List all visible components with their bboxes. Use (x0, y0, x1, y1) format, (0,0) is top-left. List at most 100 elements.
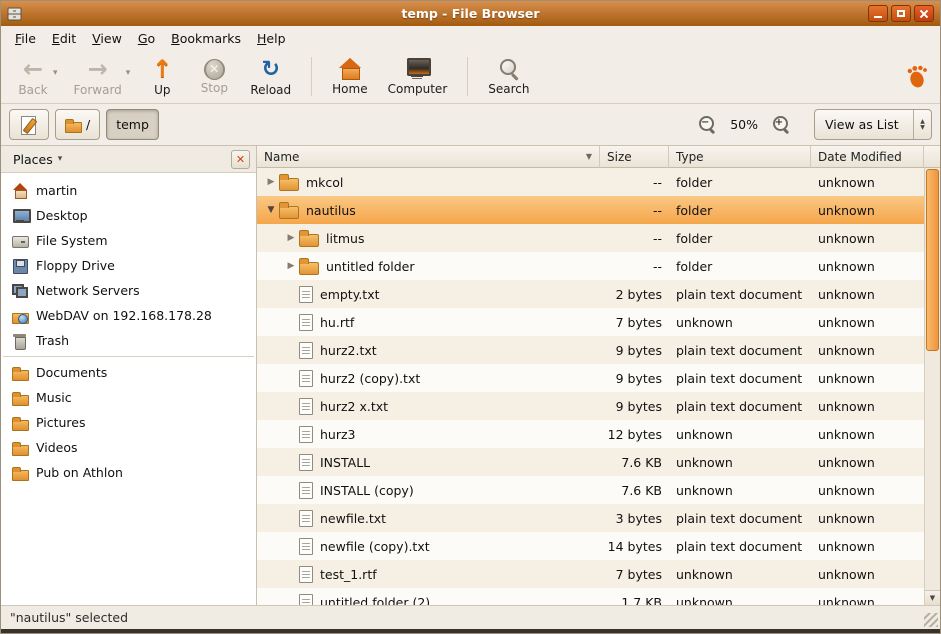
file-icon (299, 538, 313, 555)
stop-label: Stop (201, 81, 228, 95)
scrollbar-down-button[interactable]: ▼ (925, 590, 940, 605)
reload-button[interactable]: ↻Reload (240, 54, 301, 99)
computer-button[interactable]: Computer (378, 55, 458, 98)
file-row-empty-txt[interactable]: empty.txt2 bytesplain text documentunkno… (257, 280, 924, 308)
places-dropdown-button[interactable]: Places ▾ (7, 150, 68, 169)
places-list: martinDesktopFile SystemFloppy Drive Netw… (1, 173, 256, 485)
sidebar-item-trash[interactable]: Trash (1, 328, 256, 353)
expander-expanded-icon[interactable]: ▼ (263, 205, 279, 215)
file-size: 9 bytes (600, 336, 669, 364)
file-modified: unknown (811, 532, 924, 560)
stop-icon (204, 59, 225, 80)
file-size: 7 bytes (600, 560, 669, 588)
forward-button[interactable]: →Forward (64, 54, 132, 99)
menu-go[interactable]: Go (130, 28, 163, 49)
file-row-hurz2-x-txt[interactable]: hurz2 x.txt9 bytesplain text documentunk… (257, 392, 924, 420)
toggle-location-entry-button[interactable] (9, 109, 49, 140)
file-row-nautilus[interactable]: ▼nautilus--folderunknown (257, 196, 924, 224)
file-row-newfile-copy-txt[interactable]: newfile (copy).txt14 bytesplain text doc… (257, 532, 924, 560)
forward-history-dropdown-icon[interactable]: ▾ (126, 68, 131, 78)
maximize-button[interactable] (891, 5, 911, 22)
file-row-hurz3[interactable]: hurz312 bytesunknownunknown (257, 420, 924, 448)
menu-view[interactable]: View (84, 28, 130, 49)
view-mode-select[interactable]: View as List ▲ ▼ (814, 109, 932, 140)
column-header-name[interactable]: Name▼ (257, 146, 600, 168)
window-bottom-border (1, 629, 940, 633)
vertical-scrollbar[interactable]: ▼ (924, 168, 940, 605)
file-modified: unknown (811, 420, 924, 448)
sidebar-item-floppy-drive[interactable]: Floppy Drive (1, 253, 256, 278)
search-icon (497, 57, 521, 81)
name-cell: hu.rtf (257, 308, 600, 336)
current-path-button[interactable]: temp (106, 109, 159, 140)
sidebar-item-martin[interactable]: martin (1, 178, 256, 203)
sidebar-item-label: Network Servers (36, 283, 140, 298)
menu-file[interactable]: File (7, 28, 44, 49)
file-icon (299, 398, 313, 415)
close-button[interactable] (914, 5, 934, 22)
file-name: empty.txt (320, 287, 380, 302)
file-row-install-copy[interactable]: INSTALL (copy)7.6 KBunknownunknown (257, 476, 924, 504)
file-name: hu.rtf (320, 315, 354, 330)
sidebar-item-webdav-on-192-168-178-28[interactable]: WebDAV on 192.168.178.28 (1, 303, 256, 328)
sidebar-item-desktop[interactable]: Desktop (1, 203, 256, 228)
sidebar-item-pictures[interactable]: Pictures (1, 410, 256, 435)
file-row-test-1-rtf[interactable]: test_1.rtf7 bytesunknownunknown (257, 560, 924, 588)
up-button[interactable]: ↑Up (136, 54, 188, 99)
column-header-size[interactable]: Size (600, 146, 669, 168)
folder-icon (65, 117, 81, 133)
file-name: hurz3 (320, 427, 356, 442)
sidebar-close-button[interactable]: ✕ (231, 150, 250, 169)
file-row-untitled-folder[interactable]: ▶untitled folder--folderunknown (257, 252, 924, 280)
file-row-litmus[interactable]: ▶litmus--folderunknown (257, 224, 924, 252)
file-row-untitled-folder-2[interactable]: untitled folder (2)1.7 KBunknownunknown (257, 588, 924, 605)
titlebar[interactable]: temp - File Browser (1, 1, 940, 26)
file-size: -- (600, 168, 669, 196)
expander-collapsed-icon[interactable]: ▶ (283, 261, 299, 271)
menu-edit[interactable]: Edit (44, 28, 84, 49)
sidebar-item-pub-on-athlon[interactable]: Pub on Athlon (1, 460, 256, 485)
menu-bookmarks[interactable]: Bookmarks (163, 28, 249, 49)
column-header-date-modified[interactable]: Date Modified (811, 146, 924, 168)
file-row-hurz2-copy-txt[interactable]: hurz2 (copy).txt9 bytesplain text docume… (257, 364, 924, 392)
file-row-newfile-txt[interactable]: newfile.txt3 bytesplain text documentunk… (257, 504, 924, 532)
file-row-install[interactable]: INSTALL7.6 KBunknownunknown (257, 448, 924, 476)
places-title: Places (13, 152, 53, 167)
scrollbar-thumb[interactable] (926, 169, 939, 351)
toolbar-separator (467, 57, 468, 96)
back-button[interactable]: ←Back (7, 54, 59, 99)
window-title: temp - File Browser (1, 6, 940, 21)
root-path-button[interactable]: / (55, 109, 100, 140)
window-menu-icon[interactable] (7, 6, 23, 22)
file-row-hurz2-txt[interactable]: hurz2.txt9 bytesplain text documentunkno… (257, 336, 924, 364)
up-label: Up (154, 83, 170, 97)
zoom-in-button[interactable]: + (768, 112, 794, 138)
file-name: hurz2 x.txt (320, 399, 388, 414)
expander-collapsed-icon[interactable]: ▶ (263, 177, 279, 187)
name-cell: test_1.rtf (257, 560, 600, 588)
sidebar-item-file-system[interactable]: File System (1, 228, 256, 253)
sidebar-item-label: Videos (36, 440, 78, 455)
sidebar-item-videos[interactable]: Videos (1, 435, 256, 460)
webdav-icon (12, 308, 28, 324)
resize-grip[interactable] (924, 613, 938, 627)
sidebar-item-network-servers[interactable]: Network Servers (1, 278, 256, 303)
name-cell: INSTALL (257, 448, 600, 476)
minimize-button[interactable] (868, 5, 888, 22)
header-corner (924, 146, 940, 168)
zoom-out-button[interactable]: − (694, 112, 720, 138)
file-modified: unknown (811, 252, 924, 280)
home-button[interactable]: Home (322, 55, 377, 98)
stop-button[interactable]: Stop (188, 57, 240, 97)
sidebar-item-music[interactable]: Music (1, 385, 256, 410)
back-history-dropdown-icon[interactable]: ▾ (53, 68, 58, 78)
file-row-mkcol[interactable]: ▶mkcol--folderunknown (257, 168, 924, 196)
file-type: unknown (669, 420, 811, 448)
menu-help[interactable]: Help (249, 28, 294, 49)
expander-collapsed-icon[interactable]: ▶ (283, 233, 299, 243)
file-modified: unknown (811, 196, 924, 224)
sidebar-item-documents[interactable]: Documents (1, 360, 256, 385)
search-button[interactable]: Search (478, 55, 539, 98)
file-row-hu-rtf[interactable]: hu.rtf7 bytesunknownunknown (257, 308, 924, 336)
column-header-type[interactable]: Type (669, 146, 811, 168)
